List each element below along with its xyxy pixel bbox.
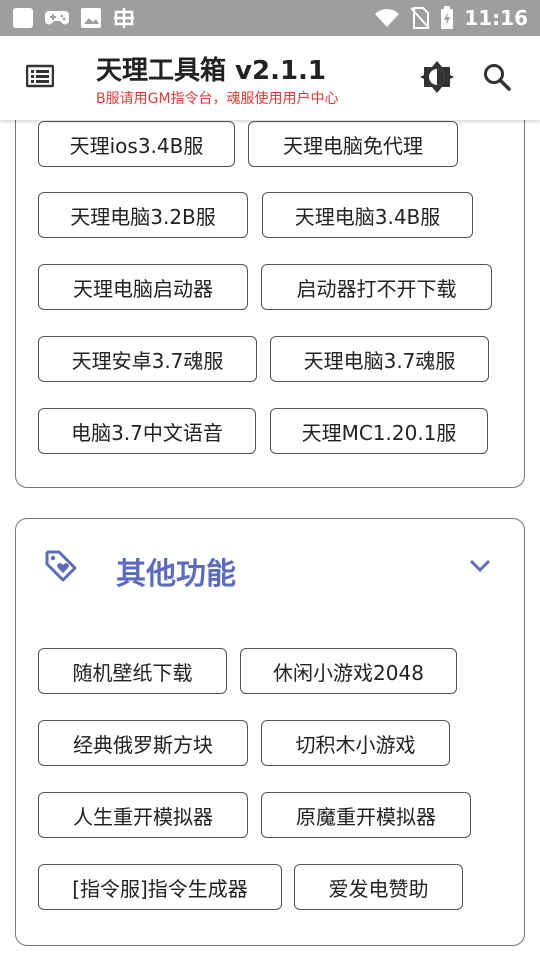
image-icon [80, 7, 102, 29]
btn-game-2048[interactable]: 休闲小游戏2048 [240, 648, 457, 694]
btn-block-game[interactable]: 切积木小游戏 [261, 720, 450, 766]
btn-afdian-sponsor[interactable]: 爱发电赞助 [294, 864, 463, 910]
section-title: 其他功能 [116, 557, 236, 592]
section-header[interactable]: 其他功能 [16, 519, 524, 619]
app-subtitle: B服请用GM指令台，魂服使用用户中心 [96, 91, 339, 107]
wifi-icon [374, 8, 400, 28]
tag-heart-icon [44, 549, 78, 587]
scroll-content[interactable]: 天理ios3.4B服 天理电脑免代理 天理电脑3.2B服 天理电脑3.4B服 天… [0, 120, 540, 960]
btn-pc-3-4b[interactable]: 天理电脑3.4B服 [262, 192, 473, 238]
gamepad-icon [44, 8, 70, 28]
other-functions-card: 其他功能 随机壁纸下载 休闲小游戏2048 经典俄罗斯方块 切积木小游戏 人生重… [15, 518, 525, 946]
bug-icon [112, 6, 136, 30]
btn-pc-no-proxy[interactable]: 天理电脑免代理 [248, 121, 458, 167]
btn-tetris[interactable]: 经典俄罗斯方块 [38, 720, 248, 766]
app-title: 天理工具箱 v2.1.1 [96, 56, 327, 86]
app-square-icon [12, 7, 34, 29]
menu-icon[interactable] [25, 64, 55, 92]
btn-genshin-restart[interactable]: 原魔重开模拟器 [261, 792, 471, 838]
btn-android-3-7[interactable]: 天理安卓3.7魂服 [38, 336, 257, 382]
server-section-card: 天理ios3.4B服 天理电脑免代理 天理电脑3.2B服 天理电脑3.4B服 天… [15, 120, 525, 488]
brightness-icon[interactable] [420, 60, 454, 98]
chevron-down-icon[interactable] [468, 557, 492, 579]
btn-launcher-download[interactable]: 启动器打不开下载 [261, 264, 492, 310]
btn-command-generator[interactable]: [指令服]指令生成器 [38, 864, 282, 910]
search-icon[interactable] [482, 62, 512, 96]
battery-charging-icon [440, 6, 454, 30]
btn-pc-3-7-voice[interactable]: 电脑3.7中文语音 [38, 408, 256, 454]
btn-life-restart[interactable]: 人生重开模拟器 [38, 792, 248, 838]
app-bar: 天理工具箱 v2.1.1 B服请用GM指令台，魂服使用用户中心 [0, 36, 540, 120]
no-sim-icon [410, 7, 431, 29]
clock: 11:16 [464, 6, 528, 30]
btn-random-wallpaper[interactable]: 随机壁纸下载 [38, 648, 227, 694]
btn-pc-3-2b[interactable]: 天理电脑3.2B服 [38, 192, 248, 238]
status-bar: 11:16 [0, 0, 540, 36]
btn-pc-3-7[interactable]: 天理电脑3.7魂服 [270, 336, 489, 382]
btn-ios-3-4b[interactable]: 天理ios3.4B服 [38, 121, 235, 167]
btn-mc-1-20-1[interactable]: 天理MC1.20.1服 [270, 408, 488, 454]
btn-pc-launcher[interactable]: 天理电脑启动器 [38, 264, 248, 310]
